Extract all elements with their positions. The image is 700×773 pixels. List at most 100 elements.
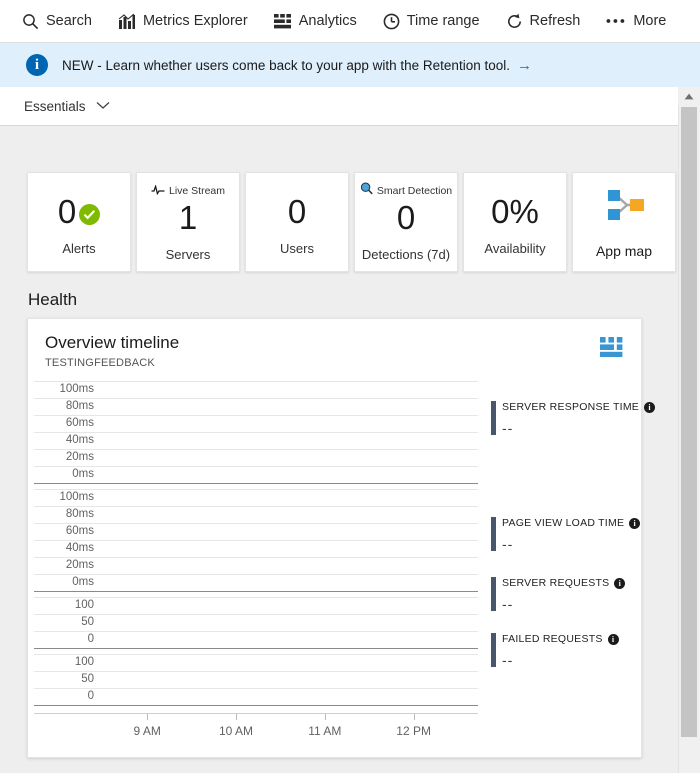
x-axis-tick [325, 714, 326, 720]
legend-color-swatch [491, 633, 496, 667]
info-icon[interactable]: i [629, 518, 640, 529]
card-app-map[interactable]: App map [572, 172, 676, 272]
toolbar-label-analytics: Analytics [299, 13, 357, 29]
card-alerts[interactable]: 0 Alerts [27, 172, 131, 272]
legend-metric-label: SERVER RESPONSE TIME [502, 401, 639, 413]
card-app-map-label: App map [596, 243, 652, 259]
x-axis-tick [414, 714, 415, 720]
y-axis-tick-label: 0 [34, 633, 94, 645]
card-alerts-label: Alerts [62, 241, 95, 256]
y-axis-tick-label: 60ms [34, 525, 94, 537]
y-axis-tick-label: 0ms [34, 468, 94, 480]
chart-legend-4[interactable]: FAILED REQUESTS i -- [491, 633, 619, 668]
y-axis-tick-label: 40ms [34, 434, 94, 446]
chart-gridline: 100ms [34, 489, 478, 506]
grid-view-icon[interactable] [600, 337, 623, 362]
y-axis-tick-label: 0 [34, 690, 94, 702]
notification-banner[interactable]: i NEW - Learn whether users come back to… [0, 43, 700, 87]
legend-metric-value: -- [502, 652, 619, 668]
health-section-title: Health [28, 290, 77, 310]
chart-legend-1[interactable]: SERVER RESPONSE TIMEi-- [491, 401, 655, 436]
chart-title: Overview timeline [45, 333, 179, 353]
app-map-icon [603, 186, 645, 231]
chart-subtitle: TESTINGFEEDBACK [45, 357, 155, 369]
toolbar-button-search[interactable]: Search [22, 13, 92, 30]
legend-color-swatch [491, 517, 496, 551]
essentials-label: Essentials [24, 99, 86, 114]
x-axis-tick [236, 714, 237, 720]
legend-metric-label: FAILED REQUESTS [502, 633, 603, 645]
card-detections[interactable]: Smart Detection 0 Detections (7d) [354, 172, 458, 272]
scrollbar-thumb[interactable] [681, 107, 697, 737]
analytics-icon [274, 14, 292, 29]
clock-icon [383, 13, 400, 30]
toolbar-label-time-range: Time range [407, 13, 480, 29]
chart-gridline: 20ms [34, 449, 478, 466]
overview-timeline-card: Overview timeline TESTINGFEEDBACK 100ms 8… [27, 318, 642, 758]
x-axis-tick-label: 11 AM [308, 724, 341, 738]
info-icon: i [26, 54, 48, 76]
scroll-up-button[interactable] [678, 87, 700, 105]
metrics-explorer-icon [118, 13, 136, 30]
card-servers-header: Live Stream [137, 182, 239, 200]
y-axis-tick-label: 0ms [34, 576, 94, 588]
pulse-icon [151, 182, 165, 200]
chart-gridline: 40ms [34, 540, 478, 557]
y-axis-tick-label: 20ms [34, 559, 94, 571]
check-circle-icon [79, 204, 100, 225]
info-icon[interactable]: i [608, 634, 619, 645]
card-alerts-value: 0 [58, 195, 76, 228]
card-detections-header: Smart Detection [355, 182, 457, 200]
toolbar-label-refresh: Refresh [530, 13, 581, 29]
card-detections-label: Detections (7d) [362, 247, 450, 262]
y-axis-tick-label: 100ms [34, 491, 94, 503]
toolbar-button-metrics-explorer[interactable]: Metrics Explorer [118, 13, 248, 30]
chart-legend-3[interactable]: SERVER REQUESTSi-- [491, 577, 625, 612]
search-icon [22, 13, 39, 30]
y-axis-tick-label: 100 [34, 599, 94, 611]
card-users[interactable]: 0 Users [245, 172, 349, 272]
card-detections-value: 0 [397, 201, 415, 234]
chart-gridline: 0 [34, 688, 478, 705]
card-servers[interactable]: Live Stream 1 Servers [136, 172, 240, 272]
card-availability[interactable]: 0% Availability [463, 172, 567, 272]
info-icon[interactable]: i [644, 402, 655, 413]
y-axis-tick-label: 20ms [34, 451, 94, 463]
legend-color-swatch [491, 401, 496, 435]
info-icon[interactable]: i [614, 578, 625, 589]
chart-band-2: 100ms80ms60ms40ms20ms0ms [34, 489, 478, 591]
legend-metric-name: FAILED REQUESTS i [502, 633, 619, 645]
legend-metric-name: PAGE VIEW LOAD TIME i [502, 517, 640, 529]
chevron-down-icon[interactable] [96, 97, 110, 115]
y-axis-tick-label: 80ms [34, 400, 94, 412]
essentials-toggle[interactable]: Essentials [0, 87, 678, 126]
chart-gridline: 100ms [34, 381, 478, 398]
card-availability-value: 0% [491, 195, 539, 228]
content-area: 0 Alerts Live Stream 1 Ser [0, 126, 678, 773]
overview-cards: 0 Alerts Live Stream 1 Ser [27, 172, 676, 272]
app-root: Search Metrics Explorer [0, 0, 700, 773]
legend-metric-label: PAGE VIEW LOAD TIME [502, 517, 624, 529]
card-servers-top-label: Live Stream [169, 185, 225, 197]
toolbar-button-more[interactable]: More [606, 13, 666, 29]
toolbar-button-refresh[interactable]: Refresh [506, 13, 581, 30]
legend-metric-name: SERVER REQUESTSi [502, 577, 625, 589]
refresh-icon [506, 13, 523, 30]
chart-band-baseline [34, 705, 478, 706]
card-servers-value: 1 [179, 201, 197, 234]
chart-gridline: 0ms [34, 466, 478, 483]
toolbar-label-search: Search [46, 13, 92, 29]
chart-legend-2[interactable]: PAGE VIEW LOAD TIME i -- [491, 517, 640, 552]
smart-detection-icon [360, 182, 373, 200]
x-axis-tick-label: 10 AM [219, 724, 253, 738]
toolbar-button-time-range[interactable]: Time range [383, 13, 480, 30]
toolbar-button-analytics[interactable]: Analytics [274, 13, 357, 29]
y-axis-tick-label: 50 [34, 616, 94, 628]
legend-metric-value: -- [502, 536, 640, 552]
chart-gridline: 50 [34, 614, 478, 631]
banner-arrow-icon[interactable]: → [517, 57, 532, 74]
legend-metric-name: SERVER RESPONSE TIME i [502, 401, 655, 413]
chart-gridline: 20ms [34, 557, 478, 574]
chart-gridline: 0 [34, 631, 478, 648]
chart-gridline: 60ms [34, 523, 478, 540]
